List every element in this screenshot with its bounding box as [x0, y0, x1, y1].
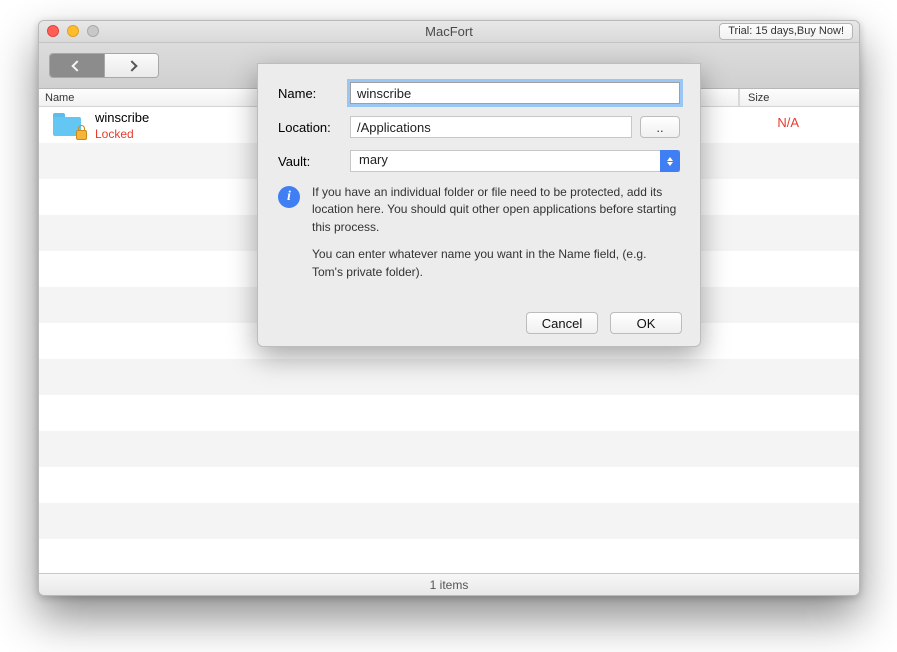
chevron-right-icon: [126, 60, 137, 71]
vault-label: Vault:: [278, 154, 350, 169]
status-bar: 1 items: [39, 573, 859, 595]
nav-forward-button[interactable]: [104, 54, 158, 77]
name-input[interactable]: [350, 82, 680, 104]
vault-select[interactable]: mary: [350, 150, 680, 172]
nav-back-button[interactable]: [50, 54, 104, 77]
item-size: N/A: [777, 115, 799, 130]
info-icon: i: [278, 186, 300, 208]
status-text: 1 items: [430, 578, 469, 592]
item-status: Locked: [95, 127, 149, 141]
add-item-dialog: Name: Location: .. Vault: mary i: [257, 63, 701, 347]
info-paragraph-2: You can enter whatever name you want in …: [312, 246, 680, 281]
cancel-button[interactable]: Cancel: [526, 312, 598, 334]
trial-buy-button[interactable]: Trial: 15 days,Buy Now!: [719, 23, 853, 40]
location-label: Location:: [278, 120, 350, 135]
name-label: Name:: [278, 86, 350, 101]
location-input[interactable]: [350, 116, 632, 138]
titlebar: MacFort Trial: 15 days,Buy Now!: [39, 21, 859, 43]
browse-button[interactable]: ..: [640, 116, 680, 138]
column-header-size[interactable]: Size: [739, 89, 859, 106]
info-text: If you have an individual folder or file…: [312, 184, 680, 291]
app-window: MacFort Trial: 15 days,Buy Now! Name Siz…: [38, 20, 860, 596]
ok-button[interactable]: OK: [610, 312, 682, 334]
info-paragraph-1: If you have an individual folder or file…: [312, 184, 680, 236]
nav-segmented: [49, 53, 159, 78]
item-name: winscribe: [95, 110, 149, 125]
locked-folder-icon: [53, 113, 83, 137]
chevron-left-icon: [71, 60, 82, 71]
